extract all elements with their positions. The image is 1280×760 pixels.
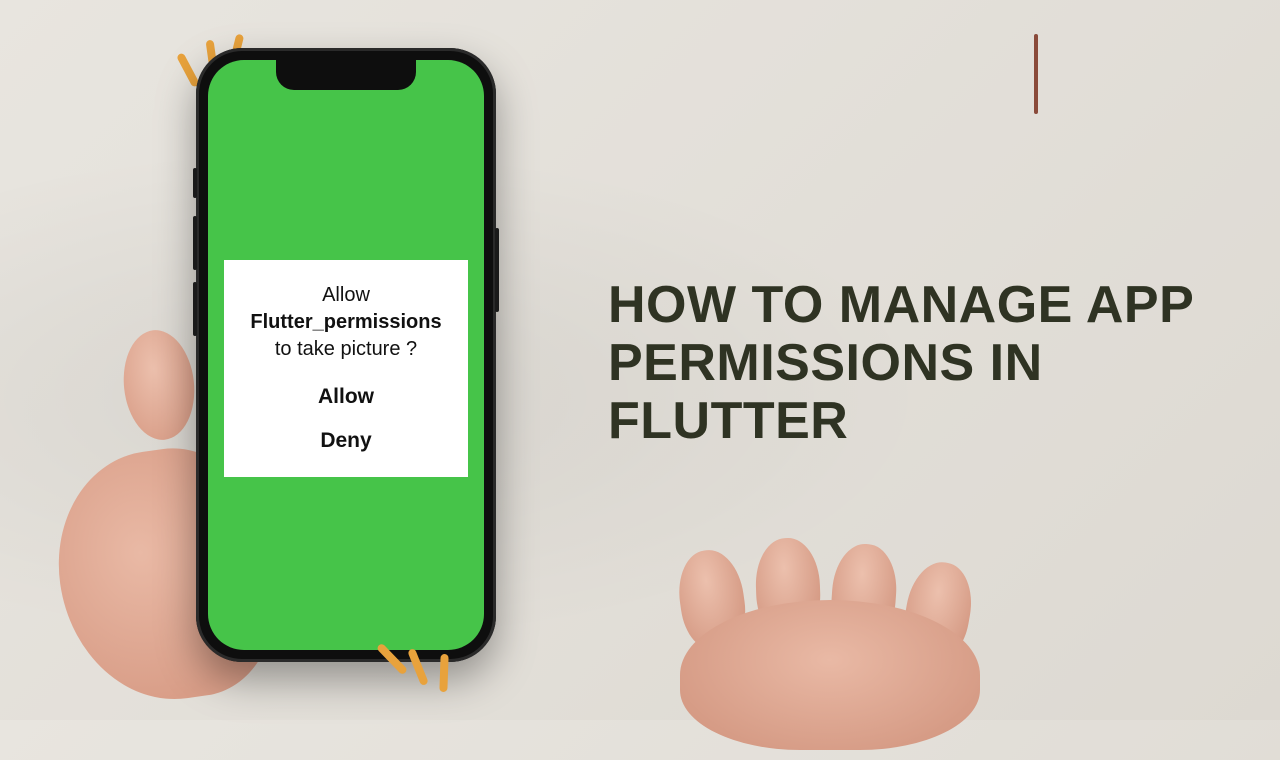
allow-button[interactable]: Allow (238, 385, 454, 409)
accent-line (1034, 34, 1038, 114)
phone-mockup: Allow Flutter_permissions to take pictur… (196, 48, 496, 662)
dialog-app-name: Flutter_permissions (238, 309, 454, 336)
phone-notch (276, 60, 416, 90)
deny-button[interactable]: Deny (238, 429, 454, 453)
dialog-text-line3: to take picture ? (238, 336, 454, 363)
dialog-text-line1: Allow (238, 282, 454, 309)
burst-decoration-bottom (384, 632, 484, 722)
permission-dialog: Allow Flutter_permissions to take pictur… (224, 260, 468, 477)
phone-screen: Allow Flutter_permissions to take pictur… (208, 60, 484, 650)
hand-illustration-right (640, 560, 1040, 760)
page-title: HOW TO MANAGE APP PERMISSIONS IN FLUTTER (608, 276, 1220, 451)
